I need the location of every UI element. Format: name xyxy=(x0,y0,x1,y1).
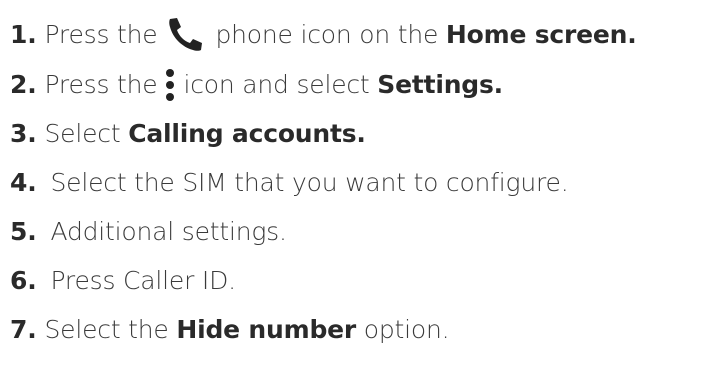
step-3: 3. Select Calling accounts. xyxy=(10,109,720,158)
step-2: 2. Press the icon and select Settings. xyxy=(10,60,720,109)
step-number: 1. xyxy=(10,19,37,49)
more-vert-icon xyxy=(165,68,175,102)
step-number: 7. xyxy=(10,315,37,344)
step-text: Press the xyxy=(44,19,158,49)
step-text: Press Caller ID. xyxy=(50,266,237,295)
step-text: option. xyxy=(363,315,450,344)
step-number: 4. xyxy=(10,168,37,197)
phone-icon xyxy=(163,16,207,52)
step-6: 6. Press Caller ID. xyxy=(10,256,720,305)
step-text: Select the xyxy=(44,315,169,344)
step-text: Additional settings. xyxy=(50,217,287,246)
step-text: phone icon on the xyxy=(215,19,439,49)
step-4: 4. Select the SIM that you want to confi… xyxy=(10,158,720,207)
step-7: 7. Select the Hide number option. xyxy=(10,305,720,354)
instruction-list: 1. Press the phone icon on the Home scre… xyxy=(10,0,720,354)
step-number: 2. xyxy=(10,70,37,99)
step-text: icon and select xyxy=(183,70,370,99)
step-emphasis: Home screen. xyxy=(445,19,637,49)
step-emphasis: Settings. xyxy=(377,70,503,99)
step-emphasis: Hide number xyxy=(176,315,357,344)
step-5: 5. Additional settings. xyxy=(10,207,720,256)
step-1: 1. Press the phone icon on the Home scre… xyxy=(10,0,720,60)
step-text: Select xyxy=(44,119,121,148)
step-text: Select the SIM that you want to configur… xyxy=(50,168,569,197)
step-text: Press the xyxy=(44,70,158,99)
step-emphasis: Calling accounts. xyxy=(128,119,366,148)
step-number: 5. xyxy=(10,217,37,246)
step-number: 6. xyxy=(10,266,37,295)
step-number: 3. xyxy=(10,119,37,148)
